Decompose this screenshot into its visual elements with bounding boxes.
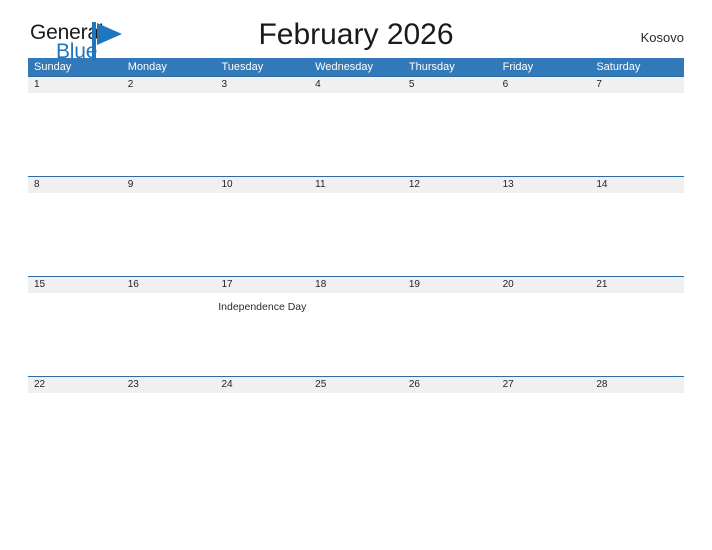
day-number-band: 1 2 3 4 5 6 7: [28, 77, 684, 93]
day-number[interactable]: 23: [122, 377, 216, 393]
day-event-text: Independence Day: [218, 301, 307, 313]
day-cell[interactable]: [122, 393, 216, 476]
calendar-page: General Blue February 2026 Kosovo Sunday…: [0, 0, 712, 550]
day-cell[interactable]: [590, 393, 684, 476]
calendar-week-row: 15 16 17 18 19 20 21 Independence Day: [28, 276, 684, 376]
day-cell[interactable]: [215, 93, 309, 176]
day-cell[interactable]: [309, 93, 403, 176]
day-number[interactable]: 6: [497, 77, 591, 93]
day-cell[interactable]: [590, 193, 684, 276]
day-number[interactable]: 24: [215, 377, 309, 393]
weekday-header-saturday: Saturday: [596, 61, 641, 73]
day-cell[interactable]: [497, 393, 591, 476]
day-cell[interactable]: [590, 93, 684, 176]
day-cell[interactable]: [28, 93, 122, 176]
day-cell[interactable]: [497, 293, 591, 376]
day-number[interactable]: 26: [403, 377, 497, 393]
day-cell[interactable]: [590, 293, 684, 376]
day-event-band: [28, 393, 684, 476]
day-cell[interactable]: [215, 193, 309, 276]
day-number[interactable]: 5: [403, 77, 497, 93]
day-number[interactable]: 13: [497, 177, 591, 193]
region-label: Kosovo: [640, 30, 684, 45]
weekday-header-tuesday: Tuesday: [221, 61, 264, 73]
day-number[interactable]: 8: [28, 177, 122, 193]
day-cell[interactable]: [309, 193, 403, 276]
day-number-band: 15 16 17 18 19 20 21: [28, 277, 684, 293]
weekday-header-thursday: Thursday: [408, 61, 455, 73]
day-cell[interactable]: Independence Day: [215, 293, 309, 376]
calendar-week-row: 8 9 10 11 12 13 14: [28, 176, 684, 276]
day-cell[interactable]: [28, 393, 122, 476]
day-event-band: Independence Day: [28, 293, 684, 376]
day-cell[interactable]: [403, 93, 497, 176]
day-number[interactable]: 1: [28, 77, 122, 93]
day-number[interactable]: 3: [215, 77, 309, 93]
day-number[interactable]: 10: [215, 177, 309, 193]
day-cell[interactable]: [122, 93, 216, 176]
day-number-band: 8 9 10 11 12 13 14: [28, 177, 684, 193]
page-title: February 2026: [258, 18, 454, 51]
weekday-header-friday: Friday: [502, 61, 534, 73]
day-cell[interactable]: [28, 293, 122, 376]
day-number[interactable]: 25: [309, 377, 403, 393]
day-number[interactable]: 19: [403, 277, 497, 293]
day-number[interactable]: 7: [590, 77, 684, 93]
day-cell[interactable]: [215, 393, 309, 476]
calendar-grid: Sunday Monday Tuesday Wednesday Thursday…: [28, 58, 684, 476]
day-number[interactable]: 4: [309, 77, 403, 93]
day-number[interactable]: 21: [590, 277, 684, 293]
day-number[interactable]: 16: [122, 277, 216, 293]
day-event-band: [28, 93, 684, 176]
day-cell[interactable]: [309, 293, 403, 376]
day-cell[interactable]: [28, 193, 122, 276]
day-cell[interactable]: [122, 293, 216, 376]
day-number[interactable]: 15: [28, 277, 122, 293]
day-number[interactable]: 22: [28, 377, 122, 393]
day-cell[interactable]: [497, 93, 591, 176]
page-header: General Blue February 2026 Kosovo: [28, 0, 684, 63]
day-cell[interactable]: [403, 193, 497, 276]
day-cell[interactable]: [309, 393, 403, 476]
day-number[interactable]: 18: [309, 277, 403, 293]
day-number[interactable]: 20: [497, 277, 591, 293]
day-cell[interactable]: [403, 393, 497, 476]
day-cell[interactable]: [122, 193, 216, 276]
day-number[interactable]: 12: [403, 177, 497, 193]
calendar-week-row: 1 2 3 4 5 6 7: [28, 76, 684, 176]
day-number[interactable]: 27: [497, 377, 591, 393]
day-number-band: 22 23 24 25 26 27 28: [28, 377, 684, 393]
day-event-band: [28, 193, 684, 276]
day-cell[interactable]: [497, 193, 591, 276]
weekday-header-wednesday: Wednesday: [315, 61, 374, 73]
day-number[interactable]: 11: [309, 177, 403, 193]
day-cell[interactable]: [403, 293, 497, 376]
calendar-week-row: 22 23 24 25 26 27 28: [28, 376, 684, 476]
day-number[interactable]: 2: [122, 77, 216, 93]
day-number[interactable]: 14: [590, 177, 684, 193]
day-number[interactable]: 9: [122, 177, 216, 193]
day-number[interactable]: 17: [215, 277, 309, 293]
day-number[interactable]: 28: [590, 377, 684, 393]
